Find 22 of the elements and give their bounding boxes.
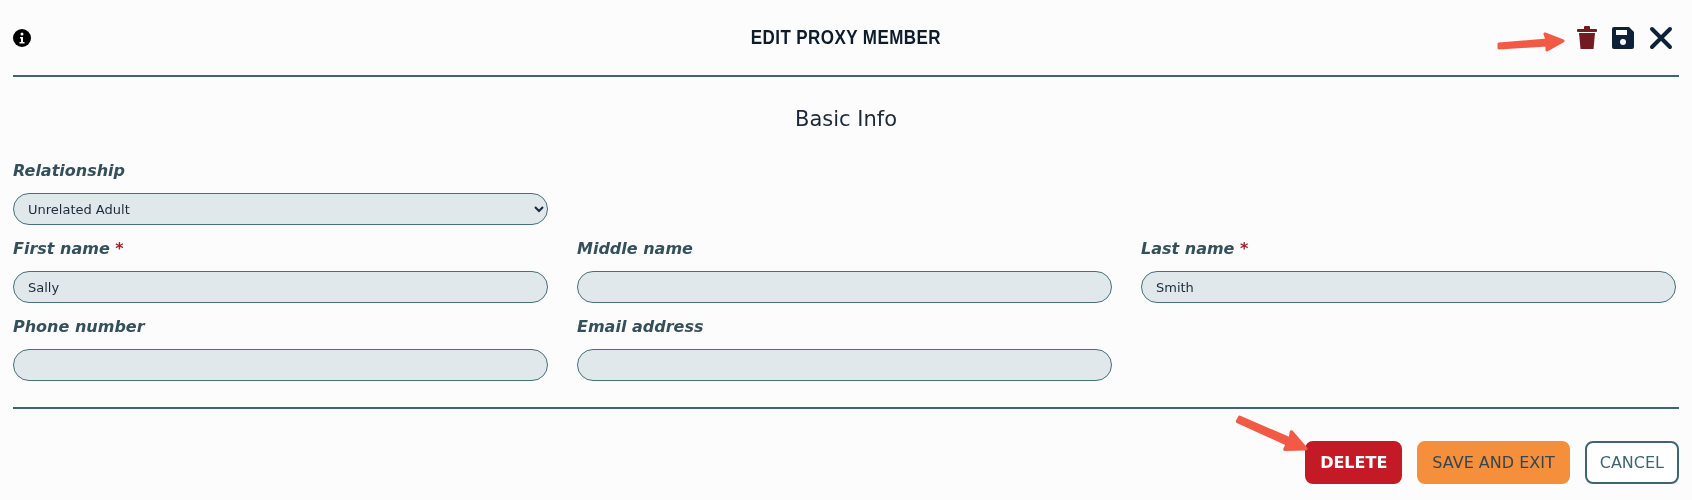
trash-icon[interactable]: [1577, 25, 1597, 50]
field-label: Relationship: [13, 161, 127, 180]
input-field[interactable]: [577, 349, 1112, 381]
input-field[interactable]: [13, 349, 548, 381]
field-label: First name *: [13, 239, 125, 258]
info-icon[interactable]: [13, 28, 31, 47]
section-title: Basic Info: [794, 107, 898, 131]
pointer-arrow: [1495, 32, 1565, 52]
field-label: Phone number: [13, 317, 147, 336]
input-field[interactable]: Sally: [13, 271, 548, 303]
field-label: Last name *: [1141, 239, 1250, 258]
field-label: Email address: [577, 317, 705, 336]
dialog-title: EDIT PROXY MEMBER: [750, 26, 942, 49]
input-field[interactable]: [577, 271, 1112, 303]
select-field[interactable]: Unrelated Adult: [13, 193, 548, 225]
close-icon[interactable]: [1649, 25, 1673, 50]
save-icon[interactable]: [1611, 25, 1635, 50]
delete-button[interactable]: DELETE: [1305, 441, 1403, 484]
cancel-button[interactable]: CANCEL: [1584, 441, 1679, 484]
field-label: Middle name: [577, 239, 694, 258]
input-field[interactable]: Smith: [1141, 271, 1676, 303]
save-button[interactable]: SAVE AND EXIT: [1417, 441, 1570, 484]
